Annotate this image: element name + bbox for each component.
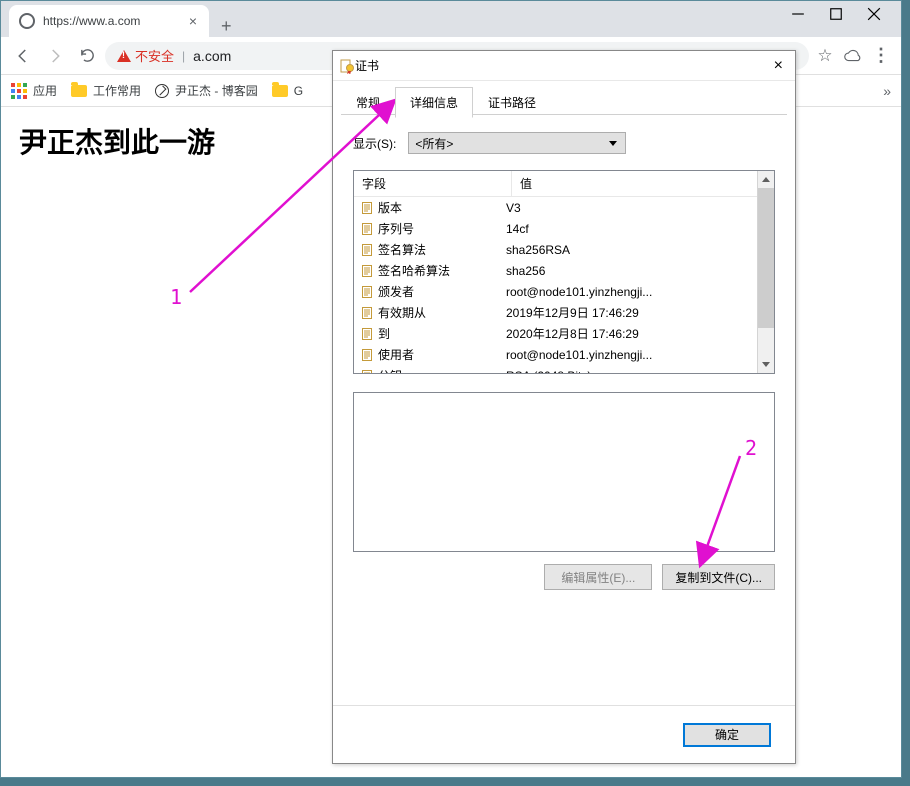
warning-triangle-icon bbox=[117, 50, 131, 62]
insecure-label: 不安全 bbox=[135, 46, 174, 65]
scroll-down-button[interactable] bbox=[758, 356, 774, 373]
url-text: a.com bbox=[193, 48, 231, 64]
cell-field: 签名哈希算法 bbox=[378, 262, 450, 279]
scroll-thumb[interactable] bbox=[758, 188, 774, 328]
table-row[interactable]: 到 2020年12月8日 17:46:29 bbox=[354, 323, 757, 344]
cert-details-panel: 显示(S): <所有> 字段 值 版本V3序列号14cf签名算法sha256RS… bbox=[333, 118, 795, 705]
cell-field: 使用者 bbox=[378, 346, 414, 363]
annotation-label-2: 2 bbox=[745, 436, 757, 460]
ok-button[interactable]: 确定 bbox=[683, 723, 771, 747]
tab-details[interactable]: 详细信息 bbox=[395, 87, 473, 118]
reload-button[interactable] bbox=[73, 42, 101, 70]
bookmark-label: 尹正杰 - 博客园 bbox=[175, 82, 258, 99]
certificate-icon bbox=[339, 58, 355, 74]
cell-value: root@node101.yinzhengji... bbox=[506, 285, 751, 299]
window-controls bbox=[791, 1, 901, 21]
cell-field: 到 bbox=[378, 325, 390, 342]
dialog-title: 证书 bbox=[355, 57, 768, 74]
column-header-field[interactable]: 字段 bbox=[354, 171, 512, 196]
bookmarks-overflow-button[interactable]: » bbox=[883, 83, 891, 99]
table-scrollbar[interactable] bbox=[757, 171, 774, 373]
bookmark-label: G bbox=[294, 84, 303, 98]
browser-tab[interactable]: https://www.a.com × bbox=[9, 5, 209, 37]
maximize-icon[interactable] bbox=[829, 7, 843, 21]
cell-field: 颁发者 bbox=[378, 283, 414, 300]
cert-fields-table[interactable]: 字段 值 版本 V3 序列号 14cf 签名算法 sha256RSA 签名哈希算法 sha25… bbox=[353, 170, 775, 374]
dialog-footer: 确定 bbox=[333, 705, 795, 763]
table-row[interactable]: 签名哈希算法 sha256 bbox=[354, 260, 757, 281]
cell-value: 2020年12月8日 17:46:29 bbox=[506, 325, 751, 342]
copy-to-file-button[interactable]: 复制到文件(C)... bbox=[662, 564, 775, 590]
table-row[interactable]: 签名算法 sha256RSA bbox=[354, 239, 757, 260]
star-icon[interactable]: ☆ bbox=[813, 44, 837, 68]
window-close-icon[interactable] bbox=[867, 7, 881, 21]
bookmark-item[interactable]: G bbox=[272, 84, 303, 98]
extension-cloud-icon[interactable] bbox=[841, 44, 865, 68]
table-row[interactable]: 使用者 root@node101.yinzhengji... bbox=[354, 344, 757, 365]
globe-icon bbox=[19, 13, 35, 29]
field-value-box bbox=[353, 392, 775, 552]
cell-field: 有效期从 bbox=[378, 304, 426, 321]
cell-value: V3 bbox=[506, 201, 751, 215]
apps-grid-icon bbox=[11, 83, 27, 99]
cell-value: 14cf bbox=[506, 222, 751, 236]
forward-button[interactable] bbox=[41, 42, 69, 70]
browser-tab-strip: https://www.a.com × + bbox=[1, 1, 901, 37]
dialog-close-button[interactable]: × bbox=[768, 57, 789, 75]
cell-field: 序列号 bbox=[378, 220, 414, 237]
edit-properties-button: 编辑属性(E)... bbox=[544, 564, 652, 590]
show-select[interactable]: <所有> bbox=[408, 132, 626, 154]
cell-value: sha256RSA bbox=[506, 243, 751, 257]
cell-value: 2019年12月9日 17:46:29 bbox=[506, 304, 751, 321]
table-row[interactable]: 颁发者 root@node101.yinzhengji... bbox=[354, 281, 757, 302]
annotation-label-1: 1 bbox=[170, 285, 182, 309]
cell-value: RSA (2048 Bits) bbox=[506, 369, 751, 374]
table-row[interactable]: 序列号 14cf bbox=[354, 218, 757, 239]
scroll-up-button[interactable] bbox=[758, 171, 774, 188]
cell-field: 版本 bbox=[378, 199, 402, 216]
bookmark-label: 工作常用 bbox=[93, 82, 141, 99]
apps-label: 应用 bbox=[33, 82, 57, 99]
apps-button[interactable]: 应用 bbox=[11, 82, 57, 99]
bookmark-item[interactable]: 尹正杰 - 博客园 bbox=[155, 82, 258, 99]
menu-icon[interactable]: ⋮ bbox=[869, 44, 893, 68]
minimize-icon[interactable] bbox=[791, 7, 805, 21]
bookmark-item[interactable]: 工作常用 bbox=[71, 82, 141, 99]
cell-value: root@node101.yinzhengji... bbox=[506, 348, 751, 362]
table-row[interactable]: 有效期从 2019年12月9日 17:46:29 bbox=[354, 302, 757, 323]
tab-close-icon[interactable]: × bbox=[185, 13, 201, 29]
cell-value: sha256 bbox=[506, 264, 751, 278]
insecure-badge[interactable]: 不安全 bbox=[117, 46, 174, 65]
dialog-titlebar: 证书 × bbox=[333, 51, 795, 81]
new-tab-button[interactable]: + bbox=[209, 16, 244, 37]
cell-field: 签名算法 bbox=[378, 241, 426, 258]
cnblogs-icon bbox=[155, 84, 169, 98]
show-label: 显示(S): bbox=[353, 135, 396, 152]
table-row[interactable]: 公钥 RSA (2048 Bits) bbox=[354, 365, 757, 373]
show-select-value: <所有> bbox=[415, 135, 453, 152]
table-row[interactable]: 版本 V3 bbox=[354, 197, 757, 218]
cell-field: 公钥 bbox=[378, 367, 402, 373]
table-header: 字段 值 bbox=[354, 171, 757, 197]
column-header-value[interactable]: 值 bbox=[512, 171, 757, 196]
folder-icon bbox=[71, 85, 87, 97]
url-separator: | bbox=[182, 49, 185, 63]
folder-icon bbox=[272, 85, 288, 97]
tab-title: https://www.a.com bbox=[43, 14, 185, 28]
back-button[interactable] bbox=[9, 42, 37, 70]
certificate-dialog: 证书 × 常规 详细信息 证书路径 显示(S): <所有> 字段 值 版本V3序… bbox=[332, 50, 796, 764]
